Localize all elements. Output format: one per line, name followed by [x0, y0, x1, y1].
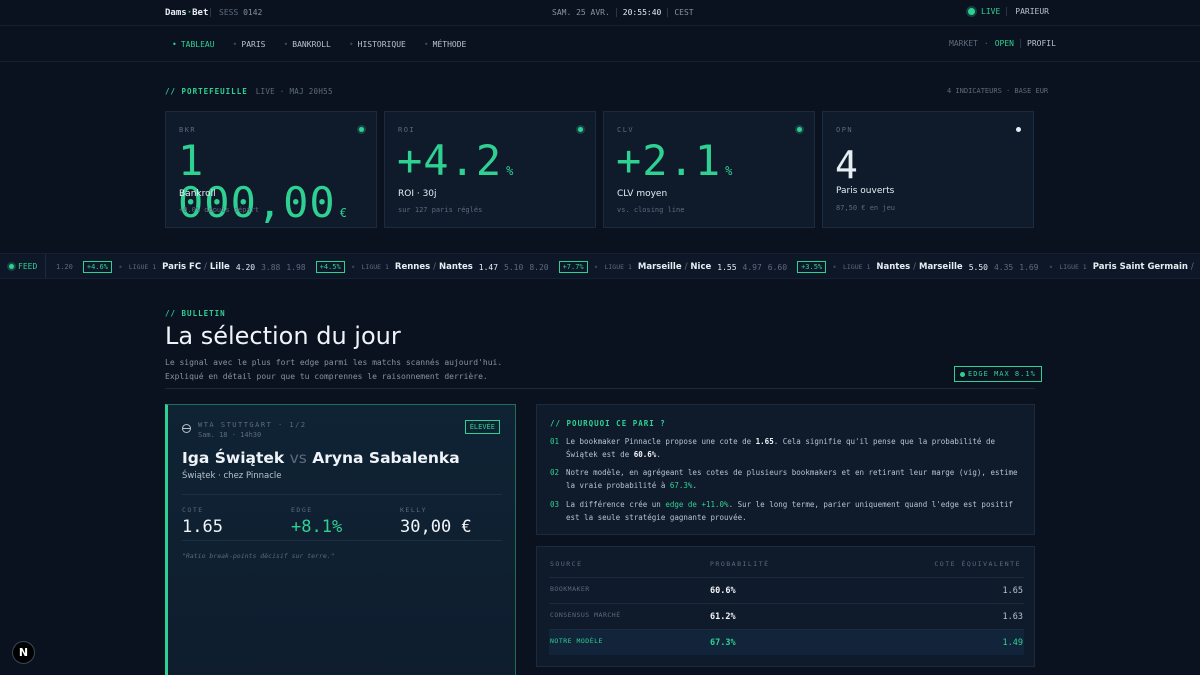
bullet-icon: •	[172, 40, 177, 49]
divider	[182, 494, 502, 495]
bullet-icon: •	[283, 40, 289, 49]
clock: SAM. 25 AVR. 20:55:40 CEST	[552, 8, 694, 17]
why-title: // POURQUOI CE PARI ?	[550, 419, 666, 428]
nav-item-historique[interactable]: • HISTORIQUE	[349, 40, 406, 49]
bullet-icon: •	[232, 40, 238, 49]
divider	[165, 388, 1035, 389]
timezone: CEST	[674, 8, 694, 17]
kpi-value: 4	[835, 143, 859, 187]
kpi-card-bankroll[interactable]: BKR 1 000,00 € Bankroll +0.0% depuis dépa…	[165, 111, 377, 228]
feed-dot-icon	[9, 263, 14, 269]
brand-logo[interactable]: Dams·Bet	[165, 8, 208, 18]
status-dot-icon	[1016, 127, 1021, 132]
edge-dot-icon	[960, 371, 965, 377]
reason-item: 01 Le bookmaker Pinnacle propose une cot…	[550, 437, 995, 459]
portfolio-meta: 4 INDICATEURS · BASE EUR	[947, 87, 1049, 95]
bulletin-tag: // BULLETIN	[165, 309, 226, 318]
profile-link[interactable]: PROFIL	[1020, 39, 1056, 48]
stat-edge: EDGE +8.1%	[291, 506, 343, 537]
stat-kelly: KELLY 30,00 €	[400, 506, 472, 537]
match-date: Sam. 18 · 14h30	[198, 431, 262, 439]
market-status: MARKET · OPEN PROFIL	[949, 39, 1056, 48]
bullet-icon: •	[348, 40, 354, 49]
pick-note: "Ratio break-points décisif sur terre."	[182, 552, 335, 560]
bulletin-description: Le signal avec le plus fort edge parmi l…	[165, 358, 503, 381]
live-dot-icon	[968, 8, 975, 15]
pick-card[interactable]: WTA STUTTGART · 1/2 Sam. 18 · 14h30 ÉLEV…	[165, 404, 516, 675]
status-dot-icon	[797, 127, 802, 132]
kpi-card-open-bets[interactable]: OPN 4 Paris ouverts 87,50 € en jeu	[822, 111, 1034, 228]
competition: WTA STUTTGART · 1/2	[198, 421, 307, 429]
status-dot-icon	[359, 127, 364, 132]
session-id: SESS 0142	[210, 8, 262, 17]
match-title: Iga Świątek vs Aryna Sabalenka	[182, 449, 460, 467]
reason-item: 02 Notre modèle, en agrégeant les cotes …	[550, 468, 1018, 490]
ticker-item[interactable]: +4.6% • LIGUE 1 Paris FC / Lille 4.20 3.…	[82, 261, 306, 273]
next-logo-icon[interactable]: N	[12, 641, 35, 664]
time: 20:55:40	[615, 8, 669, 17]
page-title: La sélection du jour	[165, 322, 401, 350]
table-row: NOTRE MODÈLE 67.3% 1.49	[549, 629, 1024, 655]
portfolio-header: // PORTEFEUILLE LIVE · MAJ 20H55	[165, 87, 333, 96]
confidence-badge: ÉLEVÉE	[464, 420, 500, 434]
table-row: BOOKMAKER 60.6% 1.65	[549, 577, 1024, 603]
date: SAM. 25 AVR.	[552, 8, 610, 17]
reason-item: 03 La différence crée un edge de +11.0%.…	[550, 500, 1014, 522]
live-status: LIVE PARIEUR	[968, 7, 1049, 16]
odds-ticker: FEED 1.20 +4.6% • LIGUE 1 Paris FC / Lil…	[0, 253, 1200, 279]
nav-item-paris[interactable]: • PARIS	[233, 40, 266, 49]
stat-cote: COTE 1.65	[182, 506, 223, 537]
ticker-item[interactable]: • LIGUE 1 Paris Saint Germain /	[1049, 262, 1194, 272]
feed-label: FEED	[0, 254, 46, 278]
nav-item-methode[interactable]: • MÉTHODE	[424, 40, 467, 49]
bullet-icon: •	[423, 40, 429, 49]
ticker-item[interactable]: +4.5% • LIGUE 1 Rennes / Nantes 1.47 5.1…	[315, 261, 549, 273]
edge-max-badge: EDGE MAX 8.1%	[954, 366, 1042, 382]
why-panel: // POURQUOI CE PARI ? 01 Le bookmaker Pi…	[536, 404, 1035, 535]
kpi-card-clv[interactable]: CLV +2.1% CLV moyen vs. closing line	[603, 111, 815, 228]
nav-item-tableau[interactable]: • TABLEAU	[172, 40, 215, 49]
kpi-value: +4.2%	[397, 136, 515, 185]
table-row: CONSENSUS MARCHÉ 61.2% 1.63	[549, 603, 1024, 629]
main-nav: • TABLEAU • PARIS • BANKROLL • HISTORIQUE • M…	[0, 26, 1200, 62]
divider	[182, 540, 502, 541]
nav-item-bankroll[interactable]: • BANKROLL	[283, 40, 330, 49]
user-role-button[interactable]: PARIEUR	[1006, 7, 1049, 16]
status-dot-icon	[578, 127, 583, 132]
probability-table: SOURCE PROBABILITÉ COTE ÉQUIVALENTE BOOK…	[536, 546, 1035, 667]
ticker-item[interactable]: +7.7% • LIGUE 1 Marseille / Nice 1.55 4.…	[558, 261, 787, 273]
tennis-ball-icon	[182, 424, 191, 433]
kpi-card-roi[interactable]: ROI +4.2% ROI · 30j sur 127 paris réglés	[384, 111, 596, 228]
kpi-value: +2.1%	[616, 136, 734, 185]
selection: Świątek · chez Pinnacle	[182, 471, 282, 481]
table-header: SOURCE PROBABILITÉ COTE ÉQUIVALENTE	[550, 560, 1021, 568]
top-bar: Dams·Bet SESS 0142 SAM. 25 AVR. 20:55:40…	[0, 0, 1200, 26]
ticker-item[interactable]: +3.5% • LIGUE 1 Nantes / Marseille 5.50 …	[797, 261, 1039, 273]
